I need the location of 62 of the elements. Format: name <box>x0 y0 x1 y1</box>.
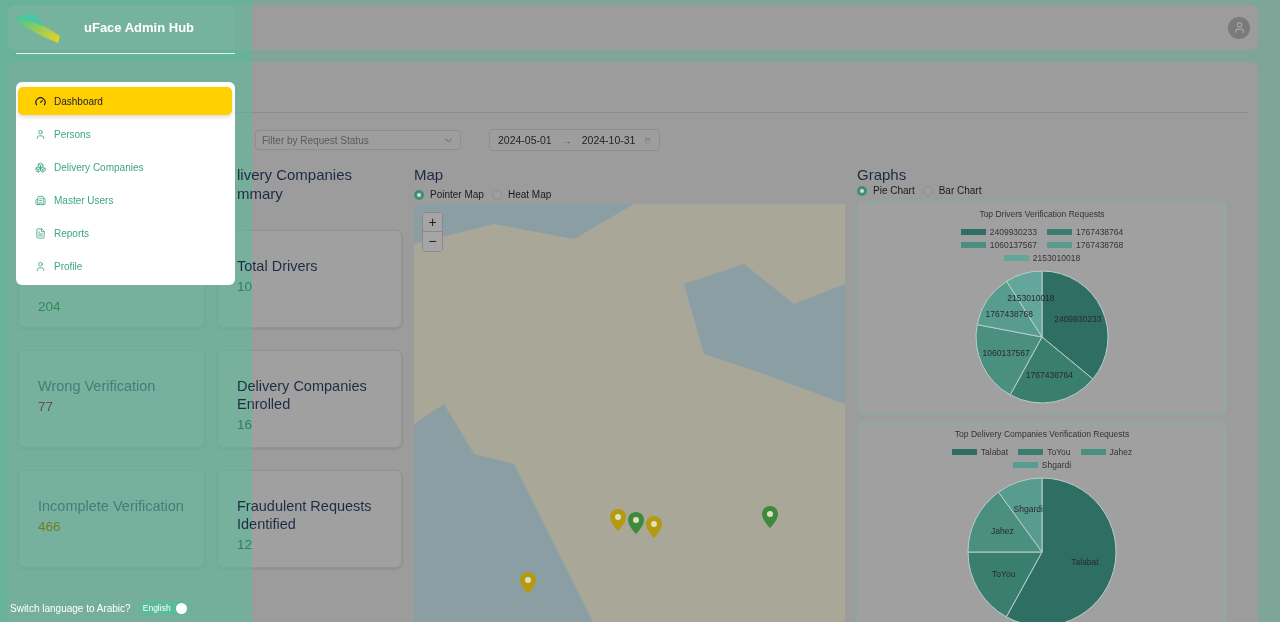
stat-value: 466 <box>38 518 62 536</box>
zoom-in-button[interactable]: + <box>423 213 442 232</box>
stat-label: Incomplete Verification <box>38 497 185 515</box>
map-pin-icon[interactable] <box>646 516 662 538</box>
status-filter-select[interactable]: Filter by Request Status <box>255 130 461 150</box>
stat-label: Fraudulent Requests Identified <box>237 497 373 533</box>
avatar-icon[interactable] <box>1228 16 1250 39</box>
stat-value: 10 <box>237 278 254 296</box>
legend-item[interactable]: Shgardi <box>1012 460 1072 470</box>
nav-item[interactable]: Delivery Companies <box>18 153 232 181</box>
slice-label: Shgardi <box>1013 504 1043 514</box>
language-prompt: Switch language to Arabic? <box>10 602 131 614</box>
nav-item[interactable]: Dashboard <box>18 87 232 115</box>
map-mode-radio[interactable]: Pointer Map <box>414 189 484 200</box>
person-icon <box>35 128 46 140</box>
person-icon <box>35 260 46 272</box>
date-range-field[interactable]: 2024-05-01 → 2024-10-31 <box>489 129 660 151</box>
logo-icon <box>14 11 62 44</box>
map-pin-icon[interactable] <box>762 506 778 528</box>
chart-title: Top Drivers Verification Requests <box>979 209 1105 219</box>
stat-value: 16 <box>237 416 254 434</box>
graph-mode-radio[interactable]: Pie Chart <box>857 185 915 196</box>
slice-label: 2153010018 <box>1007 293 1055 304</box>
stat-value: 12 <box>237 536 254 554</box>
app-title: uFace Admin Hub <box>84 20 195 35</box>
map-mode-radio[interactable]: Heat Map <box>491 189 552 200</box>
stat-label: Total Drivers <box>237 257 319 275</box>
section-title: livery Companies <box>237 165 354 184</box>
legend-item[interactable]: ToYou <box>1018 447 1071 457</box>
document-icon <box>35 227 46 239</box>
graph-mode-radio[interactable]: Bar Chart <box>922 185 982 196</box>
building-icon <box>35 194 46 206</box>
chart-title: Top Delivery Companies Verification Requests <box>954 429 1130 439</box>
legend-item[interactable]: Talabat <box>951 447 1009 457</box>
nav-item[interactable]: Master Users <box>18 186 232 214</box>
map-pin-icon[interactable] <box>628 512 644 534</box>
nav-item[interactable]: Profile <box>18 252 232 280</box>
legend-item[interactable]: 1767438768 <box>1047 240 1124 250</box>
stat-label: Wrong Verification <box>38 377 157 395</box>
nav-item[interactable]: Reports <box>18 219 232 247</box>
map-pin-icon[interactable] <box>520 572 536 594</box>
stat-label: Delivery Companies Enrolled <box>237 377 368 413</box>
slice-label: Jahez <box>991 526 1014 537</box>
stat-value: 77 <box>38 398 55 416</box>
slice-label: 2409930233 <box>1054 314 1102 325</box>
stat-value: 204 <box>38 298 62 316</box>
slice-label: ToYou <box>992 568 1016 579</box>
legend-item[interactable]: 1767438764 <box>1047 227 1124 237</box>
boxes-icon <box>35 161 46 173</box>
legend-item[interactable]: 2409930233 <box>960 227 1037 237</box>
legend-item[interactable]: 1060137567 <box>960 240 1037 250</box>
section-title: Map <box>414 165 445 184</box>
legend-item[interactable]: Jahez <box>1080 447 1133 457</box>
gauge-icon <box>35 95 46 107</box>
map-pin-icon[interactable] <box>610 509 626 531</box>
slice-label: Talabat <box>1071 557 1099 568</box>
section-title: Graphs <box>857 165 908 184</box>
section-title: mmary <box>237 184 284 203</box>
nav-item[interactable]: Persons <box>18 120 232 148</box>
legend-item[interactable]: 2153010018 <box>1003 253 1081 263</box>
slice-label: 1060137567 <box>982 348 1030 359</box>
slice-label: 1767438764 <box>1025 370 1074 381</box>
